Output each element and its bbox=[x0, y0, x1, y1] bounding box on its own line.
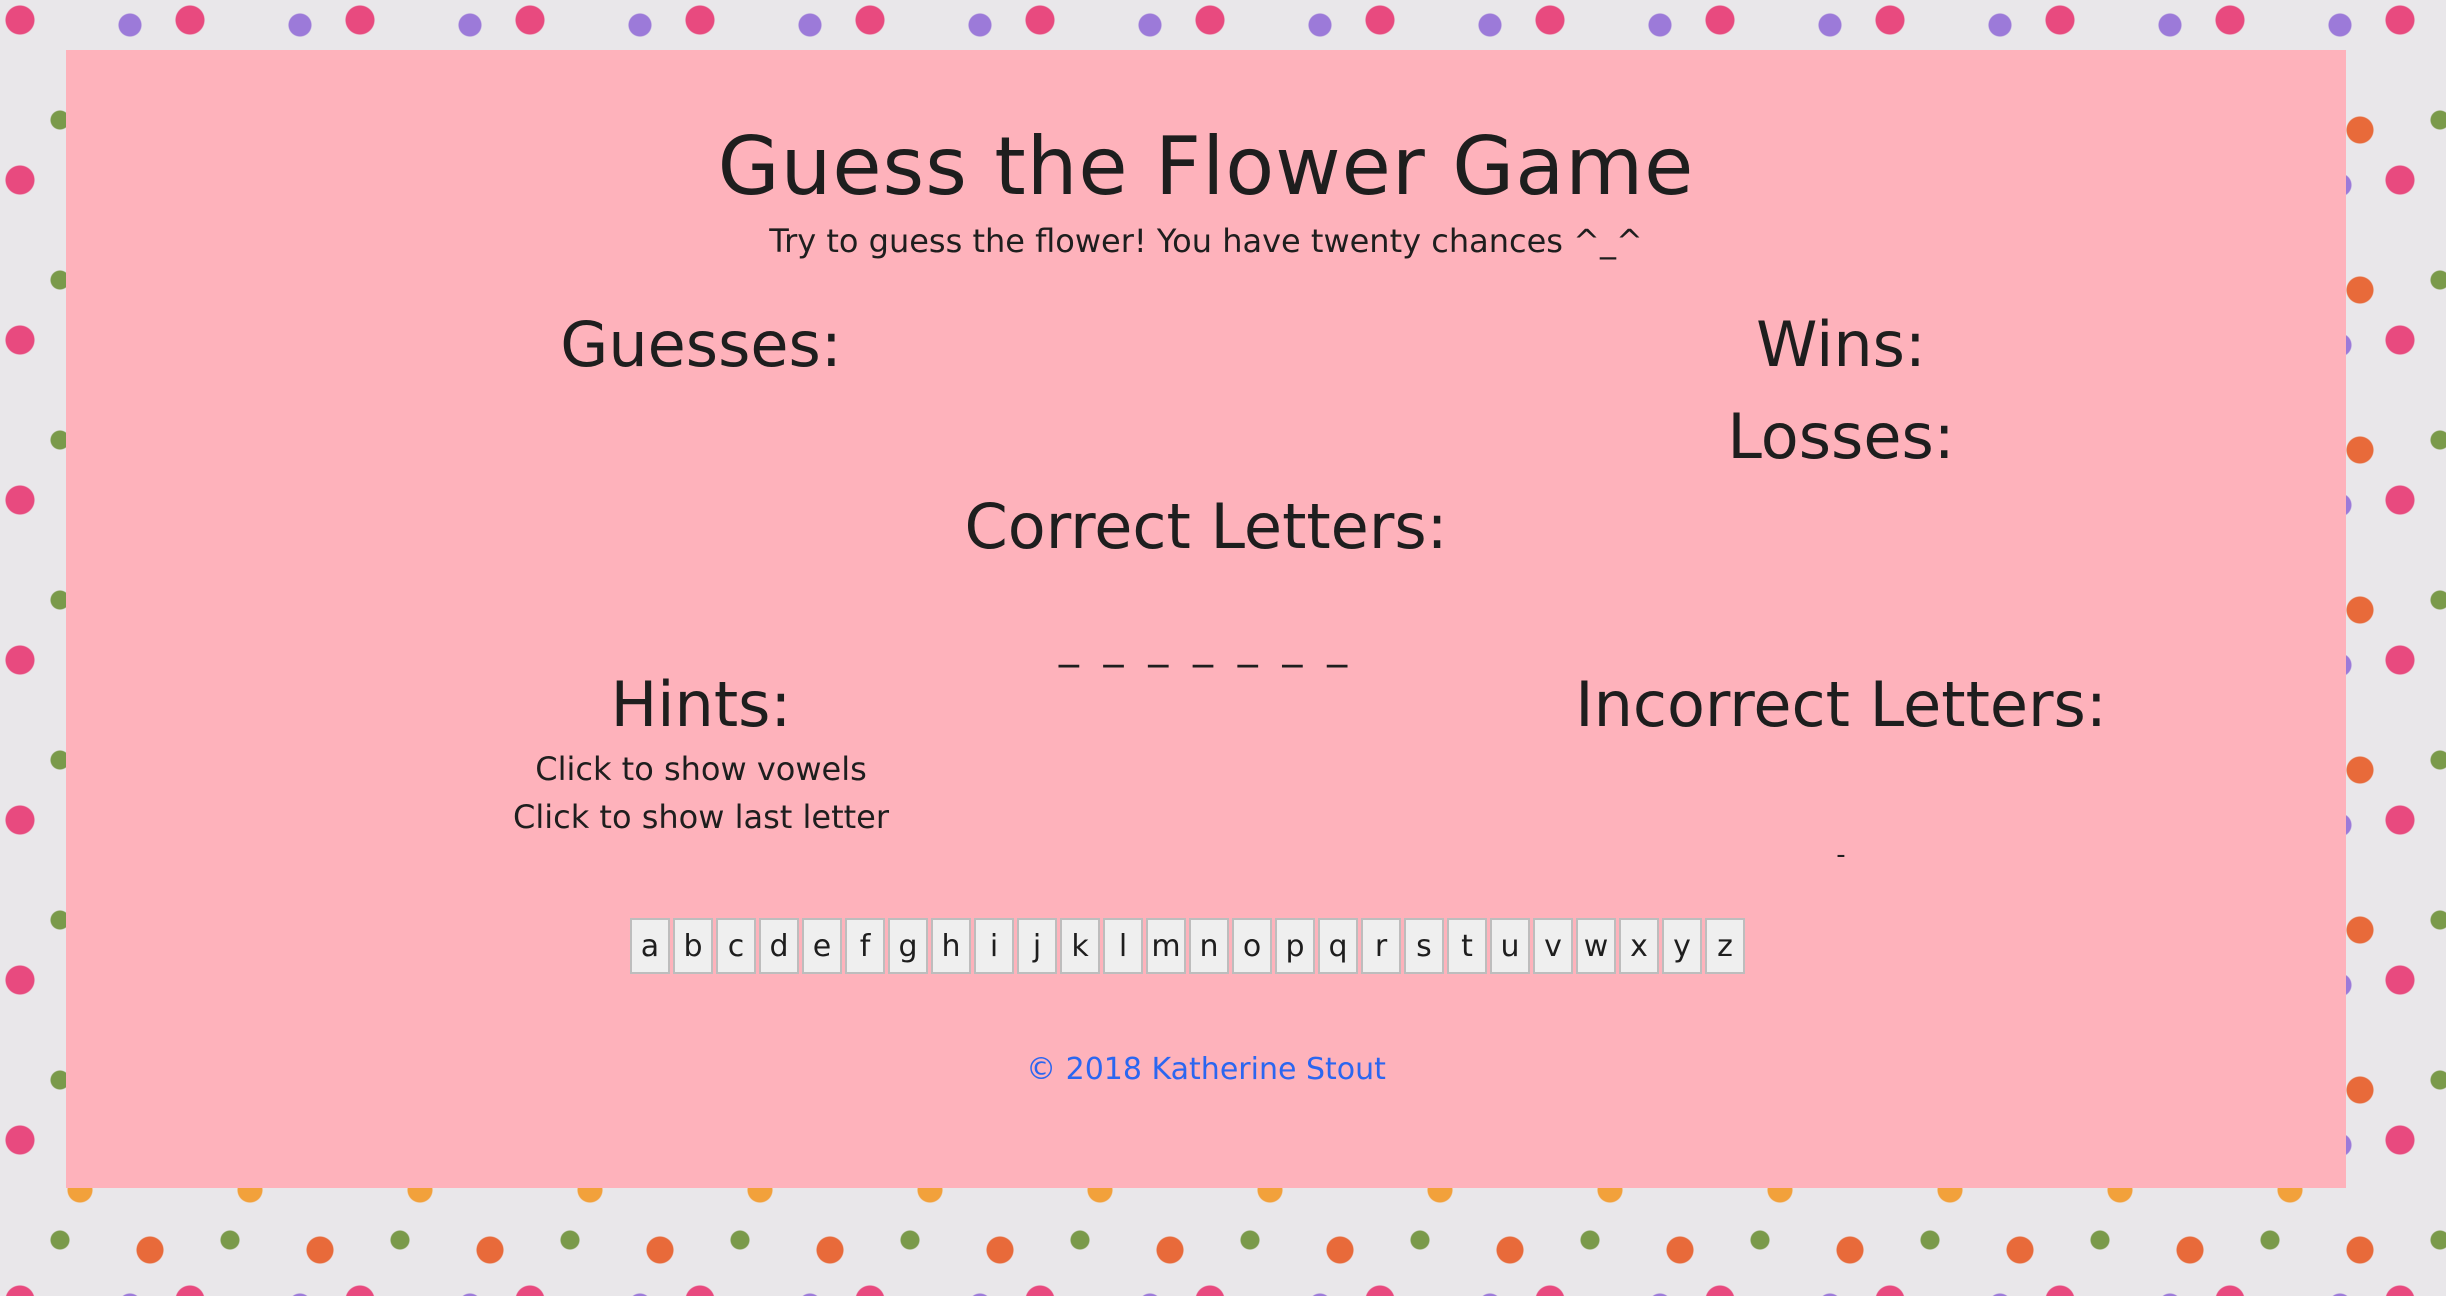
key-a[interactable]: a bbox=[630, 918, 670, 974]
word-blanks: _ _ _ _ _ _ _ bbox=[1058, 622, 1354, 668]
key-h[interactable]: h bbox=[931, 918, 971, 974]
key-e[interactable]: e bbox=[802, 918, 842, 974]
losses-label: Losses: bbox=[1727, 400, 1955, 473]
key-v[interactable]: v bbox=[1533, 918, 1573, 974]
key-x[interactable]: x bbox=[1619, 918, 1659, 974]
guesses-label: Guesses: bbox=[560, 308, 842, 381]
key-q[interactable]: q bbox=[1318, 918, 1358, 974]
correct-letters-label: Correct Letters: bbox=[964, 490, 1448, 563]
key-u[interactable]: u bbox=[1490, 918, 1530, 974]
key-c[interactable]: c bbox=[716, 918, 756, 974]
letter-keyboard: a b c d e f g h i j k l m n o p q r s t … bbox=[630, 918, 1748, 974]
key-t[interactable]: t bbox=[1447, 918, 1487, 974]
incorrect-letters-label: Incorrect Letters: bbox=[1575, 668, 2107, 741]
key-o[interactable]: o bbox=[1232, 918, 1272, 974]
show-vowels-hint[interactable]: Click to show vowels bbox=[436, 750, 966, 788]
key-z[interactable]: z bbox=[1705, 918, 1745, 974]
key-p[interactable]: p bbox=[1275, 918, 1315, 974]
hints-label: Hints: bbox=[610, 668, 792, 741]
wins-label: Wins: bbox=[1756, 308, 1926, 381]
key-j[interactable]: j bbox=[1017, 918, 1057, 974]
key-k[interactable]: k bbox=[1060, 918, 1100, 974]
show-last-letter-hint[interactable]: Click to show last letter bbox=[436, 798, 966, 836]
key-n[interactable]: n bbox=[1189, 918, 1229, 974]
game-panel: Guess the Flower Game Try to guess the f… bbox=[66, 50, 2346, 1188]
copyright-link[interactable]: © 2018 Katherine Stout bbox=[66, 1052, 2346, 1087]
key-f[interactable]: f bbox=[845, 918, 885, 974]
key-g[interactable]: g bbox=[888, 918, 928, 974]
key-s[interactable]: s bbox=[1404, 918, 1444, 974]
key-m[interactable]: m bbox=[1146, 918, 1186, 974]
page-subtitle: Try to guess the flower! You have twenty… bbox=[769, 222, 1643, 260]
key-r[interactable]: r bbox=[1361, 918, 1401, 974]
key-i[interactable]: i bbox=[974, 918, 1014, 974]
key-w[interactable]: w bbox=[1576, 918, 1616, 974]
key-b[interactable]: b bbox=[673, 918, 713, 974]
key-y[interactable]: y bbox=[1662, 918, 1702, 974]
incorrect-letters-value: - bbox=[1836, 840, 1846, 870]
page-title: Guess the Flower Game bbox=[717, 120, 1695, 213]
key-d[interactable]: d bbox=[759, 918, 799, 974]
key-l[interactable]: l bbox=[1103, 918, 1143, 974]
